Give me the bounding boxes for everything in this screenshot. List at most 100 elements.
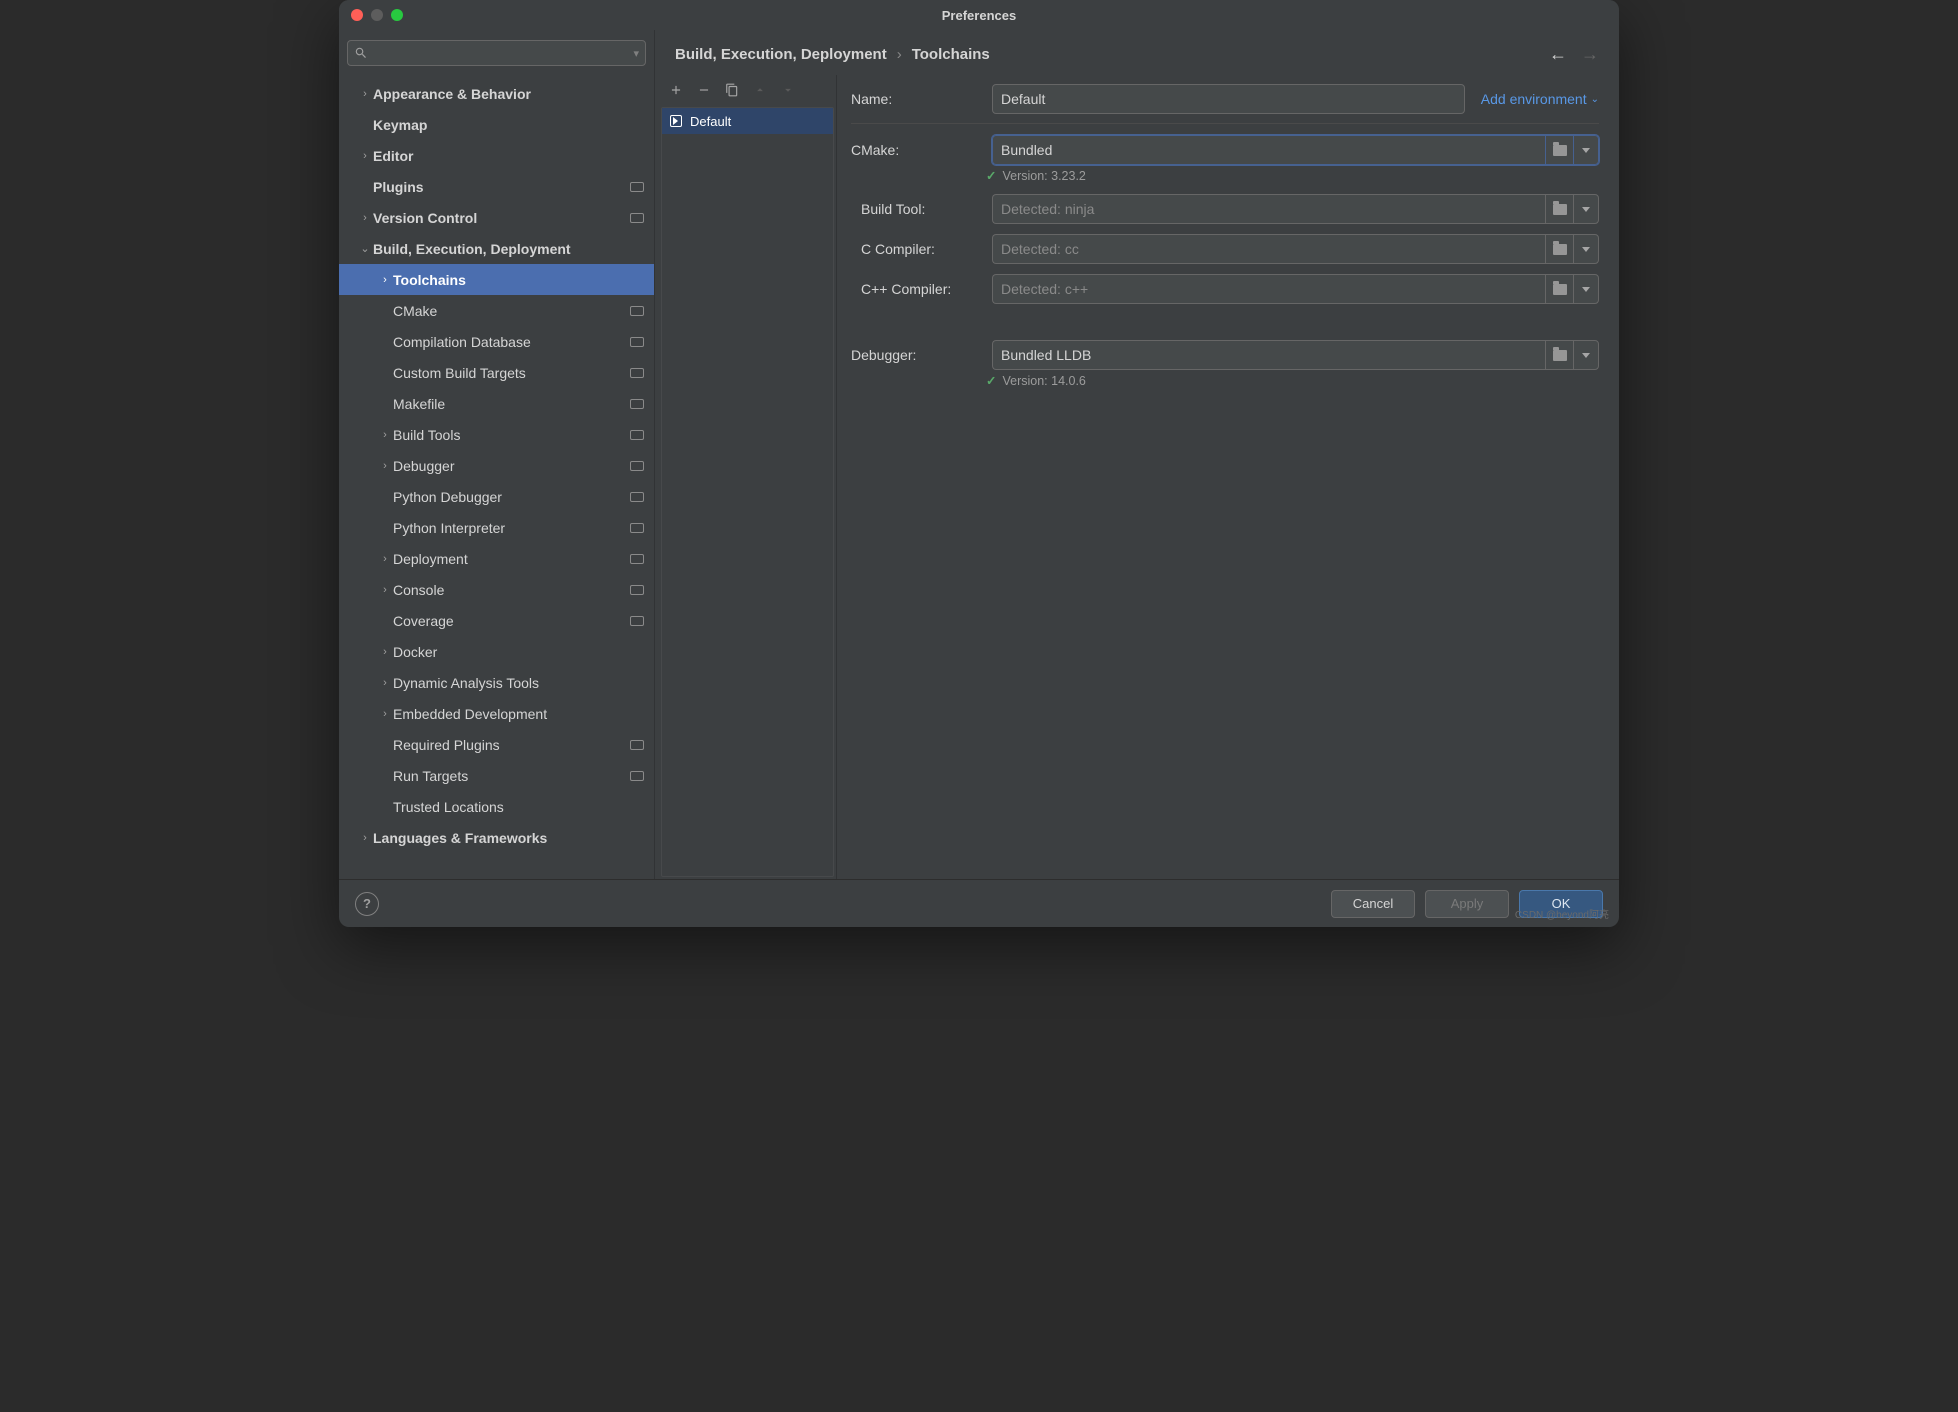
tree-item-label: Version Control	[373, 210, 624, 226]
ok-button[interactable]: OK	[1519, 890, 1603, 918]
add-environment-link[interactable]: Add environment ⌄	[1481, 91, 1599, 107]
settings-sidebar: ▾ ›Appearance & Behavior Keymap ›EditorPlu…	[339, 30, 655, 879]
tree-item-label: Build, Execution, Deployment	[373, 241, 644, 257]
chevron-right-icon: ›	[897, 46, 902, 63]
back-button[interactable]: ←	[1549, 44, 1567, 65]
tree-item-required-plugins[interactable]: Required Plugins	[339, 729, 654, 760]
cancel-button[interactable]: Cancel	[1331, 890, 1415, 918]
cmake-browse-button[interactable]	[1545, 135, 1573, 165]
tree-item-makefile[interactable]: Makefile	[339, 388, 654, 419]
chevron-right-icon: ›	[377, 646, 393, 658]
tree-item-label: Required Plugins	[393, 737, 624, 753]
cpp-compiler-dropdown-button[interactable]	[1573, 274, 1599, 304]
cpp-compiler-browse-button[interactable]	[1545, 274, 1573, 304]
tree-item-label: Keymap	[373, 117, 644, 133]
maximize-window-button[interactable]	[391, 9, 403, 21]
tree-item-label: Build Tools	[393, 427, 624, 443]
chevron-right-icon: ›	[357, 832, 373, 844]
tree-item-keymap[interactable]: Keymap	[339, 109, 654, 140]
build-tool-dropdown-button[interactable]	[1573, 194, 1599, 224]
chevron-right-icon: ›	[357, 88, 373, 100]
tree-item-cmake[interactable]: CMake	[339, 295, 654, 326]
close-window-button[interactable]	[351, 9, 363, 21]
tree-item-label: Debugger	[393, 458, 624, 474]
chevron-right-icon: ›	[377, 708, 393, 720]
build-tool-browse-button[interactable]	[1545, 194, 1573, 224]
copy-toolchain-button[interactable]	[723, 81, 741, 99]
move-up-button	[751, 81, 769, 99]
chevron-down-icon: ⌄	[1591, 94, 1599, 105]
caret-down-icon	[1582, 148, 1590, 153]
tree-item-embedded-development[interactable]: ›Embedded Development	[339, 698, 654, 729]
tree-item-debugger[interactable]: ›Debugger	[339, 450, 654, 481]
settings-search[interactable]: ▾	[347, 40, 646, 66]
tree-item-compilation-database[interactable]: Compilation Database	[339, 326, 654, 357]
tree-item-console[interactable]: ›Console	[339, 574, 654, 605]
forward-button: →	[1581, 44, 1599, 65]
help-button[interactable]: ?	[355, 892, 379, 916]
tree-item-toolchains[interactable]: ›Toolchains	[339, 264, 654, 295]
chevron-right-icon: ›	[377, 677, 393, 689]
c-compiler-label: C Compiler:	[851, 241, 986, 257]
c-compiler-browse-button[interactable]	[1545, 234, 1573, 264]
tree-item-editor[interactable]: ›Editor	[339, 140, 654, 171]
cmake-status: ✓ Version: 3.23.2	[851, 168, 1599, 183]
tree-item-label: Custom Build Targets	[393, 365, 624, 381]
window-controls	[351, 9, 403, 21]
caret-down-icon	[1582, 247, 1590, 252]
cmake-combo[interactable]: Bundled	[992, 135, 1599, 165]
tree-item-label: Languages & Frameworks	[373, 830, 644, 846]
chevron-right-icon: ›	[377, 429, 393, 441]
tree-item-appearance-behavior[interactable]: ›Appearance & Behavior	[339, 78, 654, 109]
settings-search-input[interactable]	[374, 45, 627, 62]
preferences-window: Preferences ▾ ›Appearance & Behavior Keym…	[339, 0, 1619, 927]
tree-item-coverage[interactable]: Coverage	[339, 605, 654, 636]
breadcrumb-parent[interactable]: Build, Execution, Deployment	[675, 46, 887, 63]
toolchain-item-default[interactable]: Default	[662, 108, 833, 134]
add-toolchain-button[interactable]	[667, 81, 685, 99]
check-icon: ✓	[986, 373, 996, 388]
tree-item-label: Deployment	[393, 551, 624, 567]
tree-item-build-tools[interactable]: ›Build Tools	[339, 419, 654, 450]
tree-item-deployment[interactable]: ›Deployment	[339, 543, 654, 574]
folder-icon	[1553, 284, 1567, 295]
project-scope-icon	[630, 554, 644, 564]
tree-item-python-debugger[interactable]: Python Debugger	[339, 481, 654, 512]
remove-toolchain-button[interactable]	[695, 81, 713, 99]
project-scope-icon	[630, 182, 644, 192]
tree-item-python-interpreter[interactable]: Python Interpreter	[339, 512, 654, 543]
project-scope-icon	[630, 771, 644, 781]
tree-item-build-execution-deployment[interactable]: ⌄Build, Execution, Deployment	[339, 233, 654, 264]
dialog-footer: ? Cancel Apply OK	[339, 879, 1619, 927]
minimize-window-button[interactable]	[371, 9, 383, 21]
project-scope-icon	[630, 523, 644, 533]
folder-icon	[1553, 350, 1567, 361]
cpp-compiler-combo[interactable]: Detected: c++	[992, 274, 1599, 304]
toolchains-toolbar	[659, 75, 836, 105]
build-tool-combo[interactable]: Detected: ninja	[992, 194, 1599, 224]
tree-item-languages-frameworks[interactable]: ›Languages & Frameworks	[339, 822, 654, 853]
caret-down-icon: ▾	[633, 47, 639, 60]
tree-item-custom-build-targets[interactable]: Custom Build Targets	[339, 357, 654, 388]
tree-item-plugins[interactable]: Plugins	[339, 171, 654, 202]
c-compiler-combo[interactable]: Detected: cc	[992, 234, 1599, 264]
apply-button: Apply	[1425, 890, 1509, 918]
project-scope-icon	[630, 368, 644, 378]
cmake-dropdown-button[interactable]	[1573, 135, 1599, 165]
tree-item-dynamic-analysis-tools[interactable]: ›Dynamic Analysis Tools	[339, 667, 654, 698]
debugger-browse-button[interactable]	[1545, 340, 1573, 370]
debugger-dropdown-button[interactable]	[1573, 340, 1599, 370]
tree-item-trusted-locations[interactable]: Trusted Locations	[339, 791, 654, 822]
name-input[interactable]: Default	[992, 84, 1465, 114]
tree-item-run-targets[interactable]: Run Targets	[339, 760, 654, 791]
project-scope-icon	[630, 461, 644, 471]
debugger-combo[interactable]: Bundled LLDB	[992, 340, 1599, 370]
c-compiler-dropdown-button[interactable]	[1573, 234, 1599, 264]
tree-item-label: Python Debugger	[393, 489, 624, 505]
tree-item-docker[interactable]: ›Docker	[339, 636, 654, 667]
project-scope-icon	[630, 740, 644, 750]
tree-item-version-control[interactable]: ›Version Control	[339, 202, 654, 233]
toolchain-form: Name: Default Add environment ⌄ CMake:	[837, 75, 1599, 879]
name-label: Name:	[851, 91, 986, 107]
titlebar: Preferences	[339, 0, 1619, 30]
